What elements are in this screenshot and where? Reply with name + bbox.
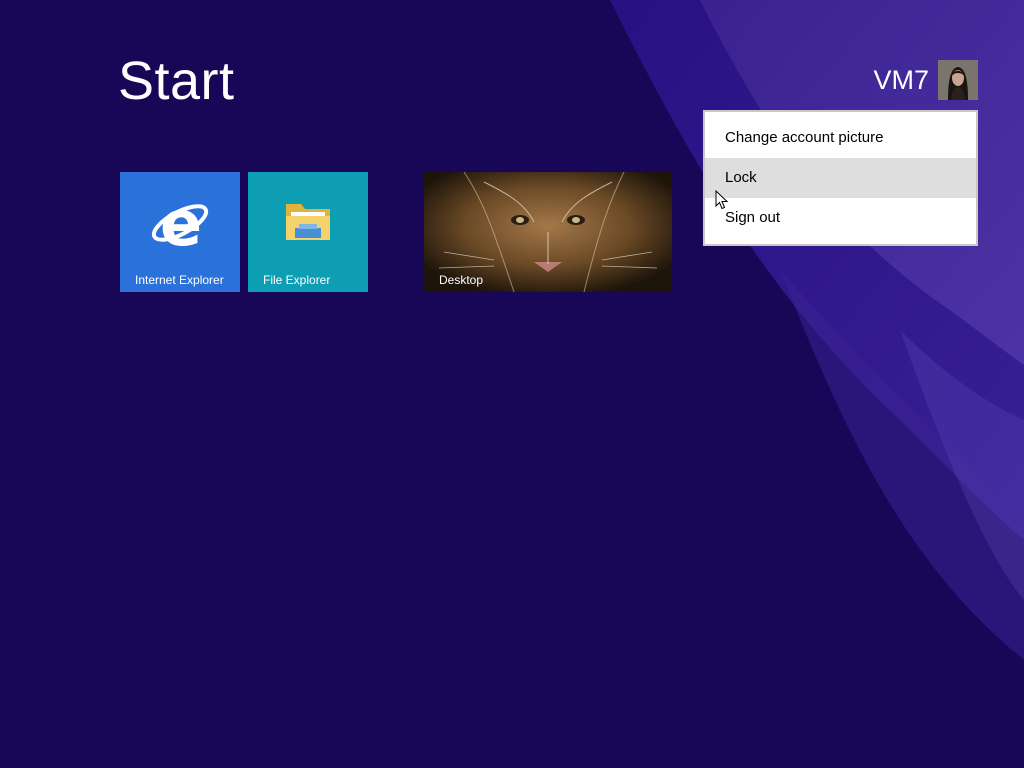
internet-explorer-icon: e xyxy=(151,193,209,253)
account-menu: Change account picture Lock Sign out xyxy=(703,110,978,246)
tile-internet-explorer[interactable]: e Internet Explorer xyxy=(120,172,240,292)
user-name[interactable]: VM7 xyxy=(873,65,929,96)
folder-icon xyxy=(286,204,330,240)
tile-file-explorer[interactable]: File Explorer xyxy=(248,172,368,292)
mouse-cursor-icon xyxy=(715,190,729,210)
tile-label: Desktop xyxy=(439,273,484,287)
menu-item-sign-out[interactable]: Sign out xyxy=(705,198,976,238)
svg-text:e: e xyxy=(160,193,202,253)
user-avatar-photo[interactable] xyxy=(938,60,978,100)
menu-item-lock[interactable]: Lock xyxy=(705,158,976,198)
menu-item-change-account-picture[interactable]: Change account picture xyxy=(705,118,976,158)
page-title: Start xyxy=(118,51,235,111)
tile-label: Internet Explorer xyxy=(135,273,224,287)
tile-label: File Explorer xyxy=(263,273,331,287)
tile-desktop[interactable]: Desktop xyxy=(424,172,672,292)
account-area[interactable]: VM7 xyxy=(873,60,978,100)
